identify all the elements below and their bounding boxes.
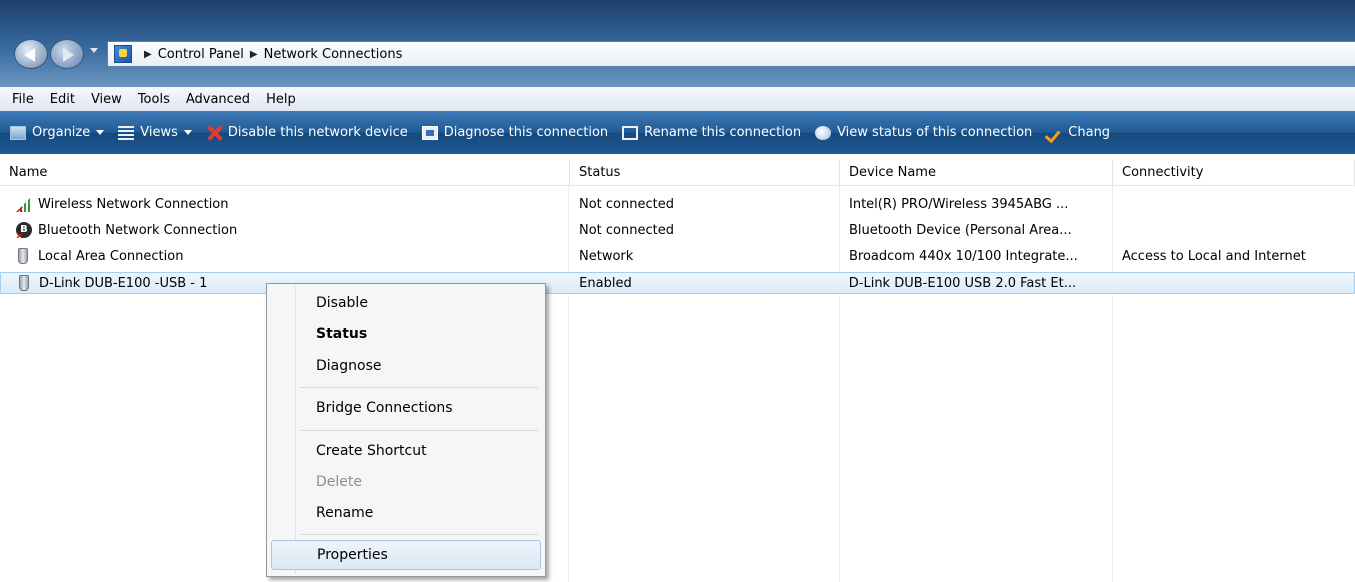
- breadcrumb-control-panel[interactable]: Control Panel: [158, 47, 244, 62]
- checkmark-icon: [1046, 126, 1062, 140]
- rename-connection-button[interactable]: Rename this connection: [622, 125, 801, 140]
- header-divider: [0, 185, 1355, 186]
- column-header-name[interactable]: Name: [0, 160, 570, 185]
- table-row-selected[interactable]: D-Link DUB-E100 -USB - 1 Enabled D-Link …: [0, 272, 1355, 294]
- connection-name: Local Area Connection: [38, 248, 184, 264]
- organize-button[interactable]: Organize: [10, 125, 105, 140]
- menu-view[interactable]: View: [83, 92, 130, 107]
- organize-label: Organize: [32, 125, 91, 140]
- menu-separator: [300, 387, 538, 388]
- connection-name: D-Link DUB-E100 -USB - 1: [39, 275, 208, 291]
- breadcrumb-arrow-icon[interactable]: ▶: [250, 49, 258, 60]
- disable-device-button[interactable]: Disable this network device: [206, 125, 408, 140]
- status-icon: [815, 125, 832, 140]
- views-label: Views: [140, 125, 178, 140]
- view-status-button[interactable]: View status of this connection: [815, 125, 1032, 140]
- rename-icon: [622, 125, 639, 140]
- menu-file[interactable]: File: [4, 92, 42, 107]
- command-bar: Organize Views Disable this network devi…: [0, 111, 1355, 154]
- disable-device-label: Disable this network device: [227, 125, 408, 140]
- diagnose-connection-button[interactable]: Diagnose this connection: [421, 125, 609, 140]
- context-menu-create-shortcut[interactable]: Create Shortcut: [271, 436, 541, 466]
- back-arrow-icon: [24, 48, 35, 62]
- change-settings-label: Chang: [1068, 125, 1111, 140]
- organize-icon: [10, 125, 26, 140]
- connection-status: Not connected: [579, 222, 674, 238]
- menu-advanced[interactable]: Advanced: [178, 92, 258, 107]
- diagnose-icon: [421, 125, 438, 140]
- connection-name: Wireless Network Connection: [38, 196, 229, 212]
- red-x-icon: [206, 126, 222, 140]
- wireless-icon: [16, 196, 32, 212]
- context-menu-delete: Delete: [316, 474, 362, 490]
- views-button[interactable]: Views: [118, 125, 192, 140]
- chevron-down-icon: [96, 130, 105, 135]
- view-status-label: View status of this connection: [837, 125, 1033, 140]
- menu-separator: [300, 534, 538, 535]
- column-header-device-name[interactable]: Device Name: [840, 160, 1113, 185]
- history-dropdown-icon[interactable]: [90, 48, 98, 53]
- connection-status: Enabled: [579, 275, 632, 291]
- context-menu-status[interactable]: Status: [271, 319, 541, 349]
- forward-arrow-icon: [63, 48, 74, 62]
- connection-connectivity: Access to Local and Internet: [1122, 248, 1306, 264]
- menu-edit[interactable]: Edit: [42, 92, 83, 107]
- column-header-connectivity[interactable]: Connectivity: [1113, 160, 1355, 185]
- control-panel-icon: [114, 45, 132, 63]
- context-menu-disable[interactable]: Disable: [271, 288, 541, 318]
- menu-help[interactable]: Help: [258, 92, 304, 107]
- connection-device: Broadcom 440x 10/100 Integrate...: [849, 248, 1078, 264]
- context-menu-bridge-connections[interactable]: Bridge Connections: [271, 393, 541, 423]
- forward-button[interactable]: [50, 39, 84, 69]
- window-titlebar: ▶ Control Panel ▶ Network Connections: [0, 0, 1355, 87]
- connection-status: Not connected: [579, 196, 674, 212]
- menu-tools[interactable]: Tools: [130, 92, 178, 107]
- address-bar[interactable]: ▶ Control Panel ▶ Network Connections: [107, 41, 1355, 67]
- connection-status: Network: [579, 248, 634, 264]
- back-button[interactable]: [14, 39, 48, 69]
- connection-device: D-Link DUB-E100 USB 2.0 Fast Et...: [848, 275, 1077, 291]
- breadcrumb-network-connections[interactable]: Network Connections: [264, 47, 403, 62]
- diagnose-connection-label: Diagnose this connection: [443, 125, 609, 140]
- rename-connection-label: Rename this connection: [644, 125, 802, 140]
- table-row[interactable]: Bluetooth Network Connection Not connect…: [0, 219, 1355, 241]
- table-row[interactable]: Wireless Network Connection Not connecte…: [0, 193, 1355, 215]
- change-settings-button[interactable]: Chang: [1046, 125, 1110, 140]
- views-icon: [118, 125, 135, 140]
- bluetooth-icon: [15, 222, 32, 238]
- network-adapter-icon: [18, 248, 28, 264]
- context-menu-properties[interactable]: Properties: [271, 540, 541, 570]
- connection-device: Intel(R) PRO/Wireless 3945ABG ...: [849, 196, 1069, 212]
- menu-bar: File Edit View Tools Advanced Help: [0, 87, 1355, 111]
- column-header-status[interactable]: Status: [570, 160, 840, 185]
- connection-device: Bluetooth Device (Personal Area...: [849, 222, 1072, 238]
- chevron-down-icon: [183, 130, 192, 135]
- context-menu: Disable Status Diagnose Bridge Connectio…: [266, 283, 546, 577]
- network-adapter-icon: [19, 275, 29, 291]
- menu-separator: [300, 430, 538, 431]
- column-header-row: Name Status Device Name Connectivity: [0, 160, 1355, 185]
- context-menu-diagnose[interactable]: Diagnose: [271, 351, 541, 381]
- breadcrumb-arrow-icon[interactable]: ▶: [144, 49, 152, 60]
- table-row[interactable]: Local Area Connection Network Broadcom 4…: [0, 245, 1355, 267]
- connection-name: Bluetooth Network Connection: [38, 222, 238, 238]
- context-menu-rename[interactable]: Rename: [271, 498, 541, 528]
